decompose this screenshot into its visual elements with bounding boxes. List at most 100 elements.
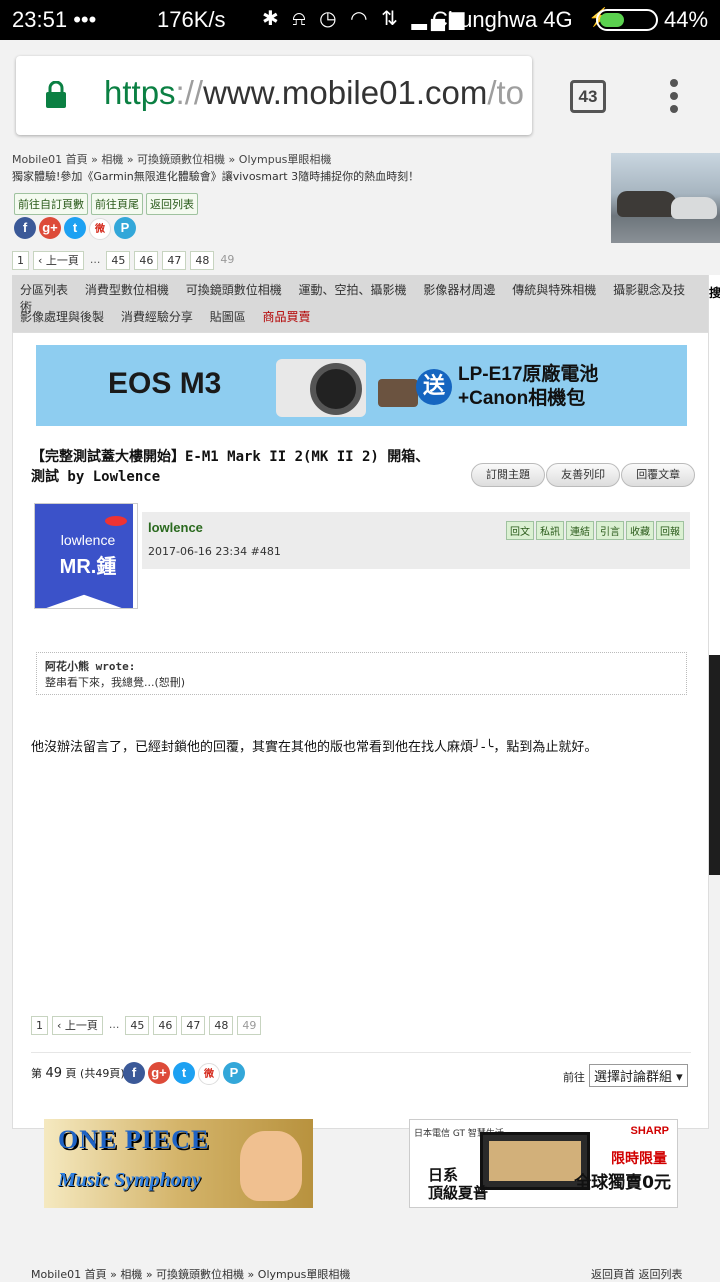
lock-icon xyxy=(46,81,66,108)
subscribe-button[interactable]: 訂閱主題 xyxy=(471,463,545,487)
bag-image xyxy=(378,379,418,407)
page-46-link[interactable]: 46 xyxy=(134,251,159,270)
plurk-icon[interactable]: P xyxy=(114,217,136,239)
forum-group-select[interactable]: 選擇討論群組 ▾ xyxy=(589,1064,688,1087)
print-button[interactable]: 友善列印 xyxy=(546,463,621,487)
twitter-icon[interactable]: t xyxy=(173,1062,195,1084)
page-48-link[interactable]: 48 xyxy=(209,1016,234,1035)
car-ad-image[interactable] xyxy=(611,153,720,243)
op-quote[interactable]: 引言 xyxy=(596,521,624,540)
cat-compact-camera[interactable]: 消費型數位相機 xyxy=(85,283,169,297)
cat-post-processing[interactable]: 影像處理與後製 xyxy=(20,310,104,324)
page-1-link[interactable]: 1 xyxy=(12,251,29,270)
promo-link[interactable]: 獨家體驗!參加《Garmin無限進化體驗會》讓vivosmart 3隨時捕捉你的… xyxy=(12,168,419,184)
google-plus-icon[interactable]: g+ xyxy=(39,217,61,239)
prev-page-link[interactable]: ‹ 上一頁 xyxy=(52,1016,103,1035)
breadcrumb-camera[interactable]: 相機 xyxy=(101,153,123,166)
quote-author: 阿花小熊 wrote: xyxy=(45,660,136,673)
breadcrumb-olympus[interactable]: Olympus單眼相機 xyxy=(258,1268,351,1281)
page-45-link[interactable]: 45 xyxy=(106,251,131,270)
op-link[interactable]: 連結 xyxy=(566,521,594,540)
category-nav: 分區列表 消費型數位相機 可換鏡頭數位相機 運動、空拍、攝影機 影像器材周邊 傳… xyxy=(12,275,708,332)
url-text: https://www.mobile01.com/to xyxy=(104,74,525,111)
browser-toolbar: https://www.mobile01.com/to 43 xyxy=(0,40,720,150)
op-report[interactable]: 回報 xyxy=(656,521,684,540)
banner-gift-badge: 送 xyxy=(416,369,452,405)
op-reply[interactable]: 回文 xyxy=(506,521,534,540)
lips-icon xyxy=(105,516,127,526)
pagination-top: 1 ‹ 上一頁... 45 46 47 48 49 xyxy=(12,250,240,270)
back-to-list-button[interactable]: 返回列表 xyxy=(146,193,198,215)
tab-switcher-button[interactable]: 43 xyxy=(570,80,606,113)
page-47-link[interactable]: 47 xyxy=(162,251,187,270)
breadcrumb-ilc[interactable]: 可換鏡頭數位相機 xyxy=(156,1268,244,1281)
right-sidebar-ad[interactable] xyxy=(708,655,720,875)
battery-icon xyxy=(596,9,658,31)
chevron-down-icon: ▾ xyxy=(676,1070,683,1085)
page-45-link[interactable]: 45 xyxy=(125,1016,150,1035)
cat-accessories[interactable]: 影像器材周邊 xyxy=(423,283,495,297)
canon-ad-banner[interactable]: EOS M3 送 LP-E17原廠電池 +Canon相機包 xyxy=(36,345,687,426)
back-to-list-link[interactable]: 返回列表 xyxy=(639,1268,683,1281)
page-48-link[interactable]: 48 xyxy=(190,251,215,270)
address-bar[interactable]: https://www.mobile01.com/to xyxy=(16,56,532,135)
plurk-icon[interactable]: P xyxy=(223,1062,245,1084)
post-meta: 2017-06-16 23:34 #481 xyxy=(148,545,281,558)
carrier-label: Chunghwa 4G xyxy=(432,7,573,32)
twitter-icon[interactable]: t xyxy=(64,217,86,239)
breadcrumb: Mobile01 首頁 » 相機 » 可換鏡頭數位相機 » Olympus單眼相… xyxy=(12,153,332,166)
web-page: Mobile01 首頁 » 相機 » 可換鏡頭數位相機 » Olympus單眼相… xyxy=(0,150,720,1281)
google-plus-icon[interactable]: g+ xyxy=(148,1062,170,1084)
cat-marketplace[interactable]: 商品買賣 xyxy=(263,310,311,324)
sharp-logo: SHARP xyxy=(630,1125,669,1137)
cat-ilc[interactable]: 可換鏡頭數位相機 xyxy=(186,283,282,297)
current-page: 49 xyxy=(237,1016,262,1035)
breadcrumb-camera[interactable]: 相機 xyxy=(120,1268,142,1281)
onepiece-subtitle: Music Symphony xyxy=(58,1169,201,1191)
op-bookmark[interactable]: 收藏 xyxy=(626,521,654,540)
cat-action-cam[interactable]: 運動、空拍、攝影機 xyxy=(299,283,407,297)
op-pm[interactable]: 私訊 xyxy=(536,521,564,540)
weibo-icon[interactable]: 微 xyxy=(89,218,111,240)
breadcrumb-home[interactable]: Mobile01 首頁 xyxy=(31,1268,107,1281)
post-username[interactable]: lowlence xyxy=(148,520,203,535)
post-floor: #481 xyxy=(250,545,281,558)
reply-button[interactable]: 回覆文章 xyxy=(621,463,696,487)
goto-bottom-button[interactable]: 前往頁尾 xyxy=(91,193,143,215)
facebook-icon[interactable]: f xyxy=(14,217,36,239)
facebook-icon[interactable]: f xyxy=(123,1062,145,1084)
page-46-link[interactable]: 46 xyxy=(153,1016,178,1035)
page-47-link[interactable]: 47 xyxy=(181,1016,206,1035)
cat-forum-list[interactable]: 分區列表 xyxy=(20,283,68,297)
breadcrumb-ilc[interactable]: 可換鏡頭數位相機 xyxy=(137,153,225,166)
sharp-ad-limited: 限時限量 xyxy=(611,1151,667,1167)
page-info: 第 49 頁 (共49頁) xyxy=(31,1066,125,1081)
cat-experience[interactable]: 消費經驗分享 xyxy=(121,310,193,324)
share-icons: f g+ t 微 P xyxy=(14,217,139,240)
onepiece-title: ONE PIECE xyxy=(58,1125,210,1154)
cat-traditional[interactable]: 傳統與特殊相機 xyxy=(512,283,596,297)
share-icons-bottom: f g+ t 微 P xyxy=(123,1062,248,1085)
breadcrumb-home[interactable]: Mobile01 首頁 xyxy=(12,153,88,166)
current-page: 49 xyxy=(220,253,235,266)
weibo-icon[interactable]: 微 xyxy=(198,1063,220,1085)
goto-forum: 前往 選擇討論群組 ▾ xyxy=(563,1064,688,1087)
overflow-menu-icon[interactable] xyxy=(668,79,680,115)
sharp-ad[interactable]: 日本電信 GT 智慧生活 SHARP 日系 頂級夏普 限時限量 全球獨賣0元 xyxy=(409,1119,678,1208)
avatar[interactable]: lowlence MR.鍾 xyxy=(34,503,138,609)
breadcrumb-olympus[interactable]: Olympus單眼相機 xyxy=(239,153,332,166)
quote-text: 整串看下來，我總覺...(恕刪) xyxy=(45,676,186,689)
prev-page-link[interactable]: ‹ 上一頁 xyxy=(33,251,84,270)
thread-actions: 訂閱主題 友善列印 回覆文章 xyxy=(471,463,696,487)
onepiece-ad[interactable]: ONE PIECE Music Symphony xyxy=(44,1119,313,1208)
goto-page-button[interactable]: 前往自訂頁數 xyxy=(14,193,88,215)
sharp-ad-offer: 全球獨賣0元 xyxy=(574,1173,671,1193)
page-1-link[interactable]: 1 xyxy=(31,1016,48,1035)
back-to-top-link[interactable]: 返回頁首 xyxy=(591,1268,635,1281)
sidebar-search-label: 搜 xyxy=(709,286,720,300)
cat-photo-posts[interactable]: 貼圖區 xyxy=(210,310,246,324)
thread-content: EOS M3 送 LP-E17原廠電池 +Canon相機包 【完整測試蓋大樓開始】… xyxy=(12,332,709,1281)
thread-title: 【完整測試蓋大樓開始】E-M1 Mark II 2(MK II 2) 開箱、測試… xyxy=(31,449,430,485)
banner-model: EOS M3 xyxy=(108,367,222,400)
luffy-image xyxy=(240,1131,302,1201)
